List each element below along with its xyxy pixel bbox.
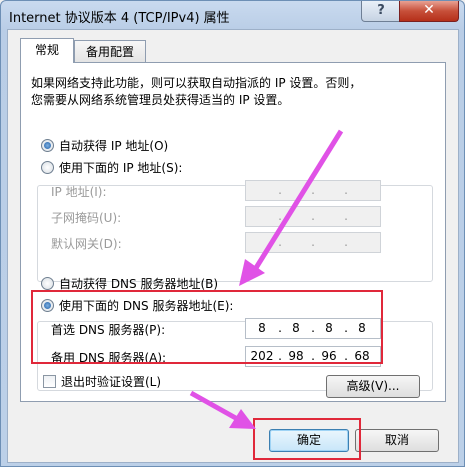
- dns-highlight-box: [31, 290, 383, 364]
- close-button[interactable]: ✕: [399, 1, 459, 22]
- description-line-1: 如果网络支持此功能，则可以获取自动指派的 IP 设置。否则，: [31, 76, 362, 90]
- help-button[interactable]: ?: [361, 1, 401, 22]
- validate-label[interactable]: 退出时验证设置(L): [61, 373, 161, 390]
- default-gateway-label: 默认网关(D):: [51, 237, 122, 251]
- dns-auto-radio[interactable]: [41, 277, 54, 290]
- ip-address-label: IP 地址(I):: [51, 185, 107, 199]
- ip-auto-label[interactable]: 自动获得 IP 地址(O): [59, 137, 168, 154]
- ok-highlight-box: [253, 418, 361, 460]
- advanced-button[interactable]: 高级(V)...: [326, 375, 420, 398]
- dialog-window: Internet 协议版本 4 (TCP/IPv4) 属性 ? ✕ 常规 备用配…: [0, 0, 465, 467]
- subnet-mask-label: 子网掩码(U):: [51, 211, 122, 225]
- subnet-mask-input[interactable]: ...: [245, 206, 381, 227]
- description-line-2: 您需要从网络系统管理员处获得适当的 IP 设置。: [31, 93, 290, 107]
- ip-address-input[interactable]: ...: [245, 180, 381, 201]
- ip-manual-radio[interactable]: [41, 161, 54, 174]
- description-text: 如果网络支持此功能，则可以获取自动指派的 IP 设置。否则， 您需要从网络系统管…: [31, 75, 431, 109]
- ip-manual-label[interactable]: 使用下面的 IP 地址(S):: [59, 159, 182, 176]
- default-gateway-input[interactable]: ...: [245, 232, 381, 253]
- dialog-body: 常规 备用配置 如果网络支持此功能，则可以获取自动指派的 IP 设置。否则， 您…: [7, 29, 459, 463]
- title-bar[interactable]: Internet 协议版本 4 (TCP/IPv4) 属性 ? ✕: [1, 1, 464, 29]
- tab-alternate-config[interactable]: 备用配置: [74, 40, 146, 63]
- cancel-button[interactable]: 取消: [355, 429, 439, 452]
- tab-general[interactable]: 常规: [20, 38, 74, 63]
- window-title: Internet 协议版本 4 (TCP/IPv4) 属性: [9, 11, 230, 26]
- general-panel: 如果网络支持此功能，则可以获取自动指派的 IP 设置。否则， 您需要从网络系统管…: [20, 62, 446, 402]
- validate-checkbox[interactable]: [43, 375, 56, 388]
- ip-auto-radio[interactable]: [41, 139, 54, 152]
